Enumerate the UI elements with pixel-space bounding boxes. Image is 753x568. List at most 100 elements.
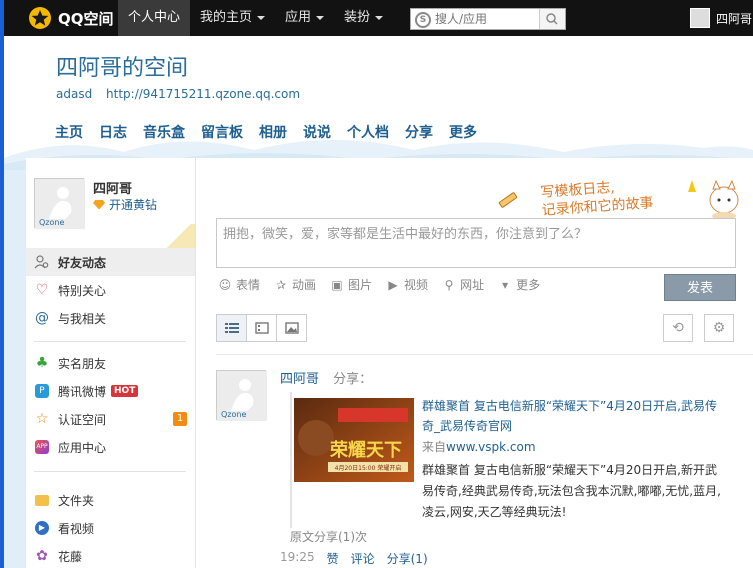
avatar xyxy=(690,8,710,28)
chevron-down-icon xyxy=(257,15,266,20)
flower-icon: ✿ xyxy=(36,548,48,564)
nav-blog[interactable]: 日志 xyxy=(99,122,127,142)
user-name: 四阿哥 xyxy=(716,11,753,26)
sidebar-item-watch-video[interactable]: ▶ 看视频 xyxy=(26,514,195,542)
app-icon: APP xyxy=(34,439,50,455)
avatar-silhouette-icon: Qzone xyxy=(35,179,85,229)
film-icon xyxy=(254,322,269,334)
nav-music[interactable]: 音乐盒 xyxy=(143,122,185,142)
share-description: 群雄聚首 复古电信新服“荣耀天下”4月20日开启,新开武易传奇,经典武易传奇,玩… xyxy=(422,463,721,519)
chevron-down-icon xyxy=(316,15,325,20)
search-input[interactable] xyxy=(435,11,539,27)
window-border xyxy=(0,0,4,568)
photo-view-tab[interactable] xyxy=(276,314,307,342)
sidebar: Qzone 四阿哥 开通黄钻 好友动态 ♡ 特别关心 @ 与我相关 ♣ 实名朋友 xyxy=(26,158,196,568)
post-button[interactable]: 发表 xyxy=(664,274,736,301)
diamond-icon xyxy=(93,199,105,210)
composer-toolbar: ☺ 表情 ✰ 动画 ▣ 图片 ▶ 视频 ⚲ 网址 ▾ 更多 xyxy=(218,276,554,293)
nav-home[interactable]: 主页 xyxy=(55,122,83,142)
friends-icon xyxy=(34,254,50,270)
feed-avatar[interactable]: Qzone xyxy=(216,370,267,421)
chevron-down-icon: ▾ xyxy=(502,277,509,292)
chevron-down-icon xyxy=(375,15,384,20)
search-icon xyxy=(546,13,558,25)
vip-link[interactable]: 开通黄钻 xyxy=(93,196,157,213)
template-blog-promo[interactable]: 写模板日志, 记录你和它的故事 xyxy=(540,176,654,220)
nav-profile[interactable]: 个人档 xyxy=(347,122,389,142)
sidebar-item-app-center[interactable]: APP 应用中心 xyxy=(26,433,195,461)
feed-action: 分享： xyxy=(333,372,373,387)
search-box: S xyxy=(410,8,566,30)
heart-icon: ♡ xyxy=(35,282,49,298)
nav-guestbook[interactable]: 留言板 xyxy=(201,122,243,142)
weibo-icon: P xyxy=(34,383,50,399)
sidebar-item-friends-feed[interactable]: 好友动态 xyxy=(26,248,195,276)
settings-button[interactable]: ⚙ xyxy=(704,314,734,342)
top-nav: 个人中心 我的主页 应用 装扮 xyxy=(118,0,393,36)
sidebar-item-flower-vine[interactable]: ✿ 花藤 xyxy=(26,542,195,568)
video-icon: ▶ xyxy=(34,520,50,536)
status-input[interactable]: 拥抱，微笑，爱，家等都是生活中最好的东西，你注意到了么？ xyxy=(216,218,736,268)
divider xyxy=(34,471,186,472)
video-icon: ▶ xyxy=(388,277,398,292)
photo-icon xyxy=(284,322,299,334)
pencil-icon xyxy=(498,192,518,208)
profile-name[interactable]: 四阿哥 xyxy=(93,178,132,197)
svg-text:Qzone: Qzone xyxy=(221,410,246,419)
at-icon: @ xyxy=(35,310,49,326)
list-view-tab[interactable] xyxy=(216,314,247,342)
sidebar-item-tencent-weibo[interactable]: P 腾讯微博 HOT xyxy=(26,377,195,405)
sidebar-item-mentions[interactable]: @ 与我相关 xyxy=(26,304,195,332)
image-button[interactable]: ▣ 图片 xyxy=(330,276,372,293)
refresh-button[interactable]: ⟲ xyxy=(663,314,693,342)
content-area: Qzone 四阿哥 开通黄钻 好友动态 ♡ 特别关心 @ 与我相关 ♣ 实名朋友 xyxy=(26,158,753,568)
share-source: 来自www.vspk.com xyxy=(422,440,536,454)
top-nav-dress-up[interactable]: 装扮 xyxy=(334,0,393,36)
refresh-icon: ⟲ xyxy=(672,320,684,336)
feed-time: 19:25 xyxy=(280,550,315,564)
shared-item: 荣耀天下 4月20日15:00 荣耀开启 群雄聚首 复古电信新服“荣耀天下”4月… xyxy=(290,392,753,528)
animation-icon: ✰ xyxy=(275,277,287,292)
top-nav-apps[interactable]: 应用 xyxy=(275,0,334,36)
animation-button[interactable]: ✰ 动画 xyxy=(274,276,316,293)
nav-shuoshuo[interactable]: 说说 xyxy=(303,122,331,142)
source-url-link[interactable]: www.vspk.com xyxy=(446,440,536,454)
search-button[interactable] xyxy=(539,9,565,29)
main-nav: 主页 日志 音乐盒 留言板 相册 说说 个人档 分享 更多 xyxy=(55,122,493,142)
feed-author-link[interactable]: 四阿哥 xyxy=(280,372,319,387)
avatar-silhouette-icon: Qzone xyxy=(217,371,267,421)
original-share-count[interactable]: 原文分享(1)次 xyxy=(290,528,367,545)
space-url-link[interactable]: http://941715211.qzone.qq.com xyxy=(106,87,300,101)
share-thumbnail[interactable]: 荣耀天下 4月20日15:00 荣耀开启 xyxy=(294,398,414,482)
avatar[interactable]: Qzone xyxy=(34,178,85,229)
nav-more[interactable]: 更多 xyxy=(449,122,477,142)
url-button[interactable]: ⚲ 网址 xyxy=(442,276,484,293)
clover-icon: ♣ xyxy=(35,355,49,371)
emoji-button[interactable]: ☺ 表情 xyxy=(218,276,260,293)
comment-button[interactable]: 评论 xyxy=(351,550,375,567)
svg-text:4月20日15:00 荣耀开启: 4月20日15:00 荣耀开启 xyxy=(335,464,402,472)
top-bar: QQ空间 个人中心 我的主页 应用 装扮 S 四阿哥 xyxy=(0,0,753,36)
share-title-link[interactable]: 群雄聚首 复古电信新服“荣耀天下”4月20日开启,武易传奇_武易传奇官网 xyxy=(422,396,722,436)
space-subtitle: adasd http://941715211.qzone.qq.com xyxy=(56,87,310,101)
video-button[interactable]: ▶ 视频 xyxy=(386,276,428,293)
more-button[interactable]: ▾ 更多 xyxy=(498,276,540,293)
hot-badge: HOT xyxy=(111,385,139,397)
nav-share[interactable]: 分享 xyxy=(405,122,433,142)
user-menu[interactable]: 四阿哥 xyxy=(690,8,752,28)
top-nav-personal-center[interactable]: 个人中心 xyxy=(118,0,191,36)
sidebar-item-realname-friends[interactable]: ♣ 实名朋友 xyxy=(26,349,195,377)
feed-view-tabs xyxy=(216,314,307,342)
qzone-logo[interactable]: QQ空间 xyxy=(28,6,114,30)
sidebar-item-certified-space[interactable]: ☆ 认证空间 1 xyxy=(26,405,195,433)
folder-icon xyxy=(34,492,50,508)
feed-header: 四阿哥 分享： xyxy=(280,368,372,387)
share-button[interactable]: 分享(1) xyxy=(387,550,428,567)
like-button[interactable]: 赞 xyxy=(327,550,339,567)
sidebar-item-folder[interactable]: 文件夹 xyxy=(26,486,195,514)
sidebar-item-special-care[interactable]: ♡ 特别关心 xyxy=(26,276,195,304)
count-badge: 1 xyxy=(173,412,187,426)
video-view-tab[interactable] xyxy=(246,314,277,342)
top-nav-my-home[interactable]: 我的主页 xyxy=(190,0,275,36)
nav-album[interactable]: 相册 xyxy=(259,122,287,142)
